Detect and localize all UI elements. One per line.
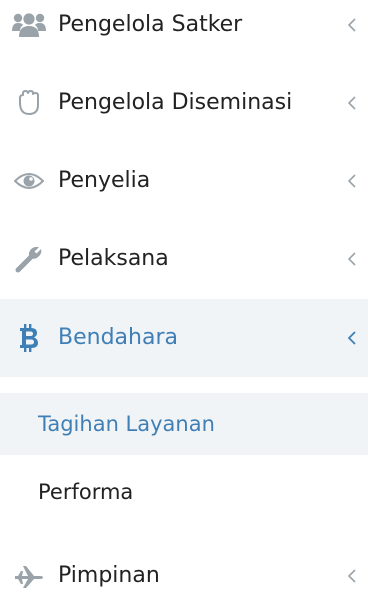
menu-item-label: Pelaksana [58, 246, 169, 271]
users-icon [10, 0, 48, 64]
chevron-left-icon [346, 0, 358, 64]
bitcoin-icon [10, 299, 48, 377]
chevron-left-icon [346, 299, 358, 377]
menu-item-label: Pengelola Satker [58, 12, 243, 37]
menu-item-penyelia[interactable]: Penyelia [0, 142, 368, 220]
chevron-left-icon [346, 142, 358, 220]
menu-item-pelaksana[interactable]: Pelaksana [0, 220, 368, 298]
menu-item-pengelola-diseminasi[interactable]: Pengelola Diseminasi [0, 64, 368, 142]
submenu-item-performa[interactable]: Performa [0, 461, 368, 523]
hand-paper-icon [10, 64, 48, 142]
menu-item-label: Bendahara [58, 325, 178, 350]
eye-icon [10, 142, 48, 220]
menu-item-label: Penyelia [58, 168, 151, 193]
chevron-left-icon [346, 64, 358, 142]
menu-item-label: Pengelola Diseminasi [58, 90, 293, 115]
bendahara-submenu: Tagihan Layanan Performa [0, 377, 368, 532]
menu-item-label: Pimpinan [58, 563, 160, 588]
chevron-left-icon [346, 537, 358, 615]
submenu-item-label: Tagihan Layanan [38, 412, 215, 436]
plane-icon [10, 537, 48, 615]
wrench-icon [10, 220, 48, 298]
chevron-left-icon [346, 220, 358, 298]
menu-item-bendahara[interactable]: Bendahara [0, 299, 368, 377]
menu-item-pengelola-satker[interactable]: Pengelola Satker [0, 0, 368, 64]
menu-item-pimpinan[interactable]: Pimpinan [0, 537, 368, 615]
submenu-item-tagihan-layanan[interactable]: Tagihan Layanan [0, 393, 368, 455]
sidebar-menu: Pengelola Satker Pengelola Diseminasi Pe… [0, 0, 368, 588]
submenu-item-label: Performa [38, 480, 134, 504]
